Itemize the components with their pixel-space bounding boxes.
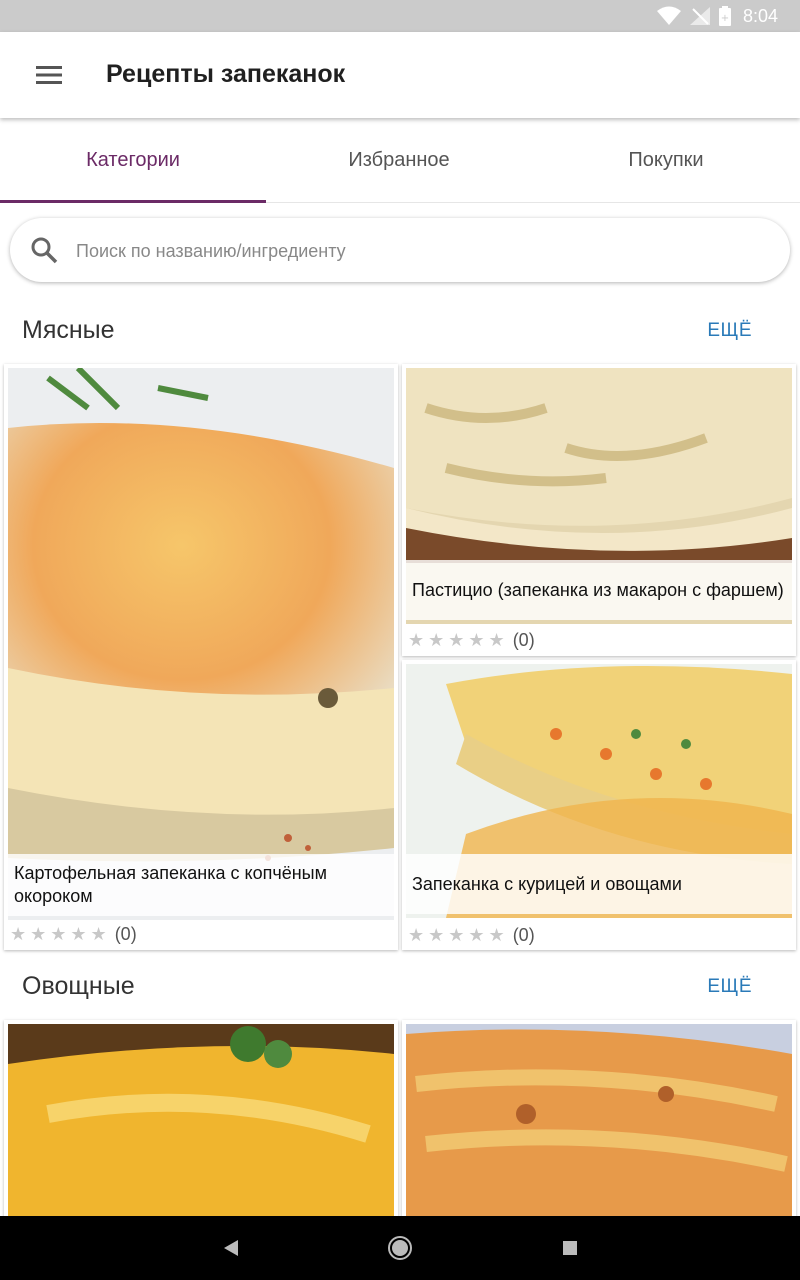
clock: 8:04 [742, 5, 778, 26]
tab-categories[interactable]: Категории [0, 118, 266, 202]
recipe-card[interactable] [402, 1020, 796, 1230]
navigation-bar [0, 1216, 800, 1280]
svg-text:+: + [721, 13, 729, 24]
search-icon [31, 237, 58, 264]
app-bar: Рецепты запеканок [0, 32, 800, 118]
recipe-title: Запеканка с курицей и овощами [406, 854, 792, 914]
recents-icon[interactable] [556, 1234, 584, 1262]
home-icon[interactable] [386, 1234, 414, 1262]
rating-stars: ★★★★★ [10, 923, 111, 944]
rating: ★★★★★ (0) [10, 922, 137, 946]
more-button-meat[interactable]: ЕЩЁ [707, 320, 752, 342]
hamburger-menu-icon [36, 66, 62, 84]
rating: ★★★★★ (0) [408, 923, 535, 947]
signal-icon [689, 7, 710, 25]
page-title: Рецепты запеканок [106, 60, 346, 88]
section-title-meat: Мясные [22, 316, 115, 344]
recipe-title: Пастицио (запеканка из макарон с фаршем) [406, 560, 792, 620]
recipe-card[interactable] [4, 1020, 398, 1230]
rating-count: (0) [114, 923, 137, 944]
tab-bar: Категории Избранное Покупки [0, 118, 800, 203]
rating: ★★★★★ (0) [408, 628, 535, 652]
search-bar [10, 218, 790, 282]
section-title-vegetable: Овощные [22, 972, 135, 1000]
recipe-card[interactable]: Запеканка с курицей и овощами ★★★★★ (0) [402, 660, 796, 950]
battery-icon: + [718, 6, 731, 26]
status-bar: + 8:04 [0, 0, 800, 32]
recipe-title: Картофельная запеканка с копчёным окорок… [8, 854, 394, 916]
rating-stars: ★★★★★ [408, 629, 509, 650]
tab-shopping[interactable]: Покупки [533, 118, 799, 202]
rating-count: (0) [512, 629, 535, 650]
tab-favorites[interactable]: Избранное [266, 118, 532, 202]
recipe-card[interactable]: Пастицио (запеканка из макарон с фаршем)… [402, 364, 796, 656]
recipe-photo [8, 1024, 394, 1230]
tab-indicator [0, 200, 266, 203]
menu-button[interactable] [26, 54, 72, 96]
recipe-photo [406, 1024, 792, 1230]
recipe-photo [8, 368, 394, 920]
back-icon[interactable] [218, 1234, 246, 1262]
search-input[interactable] [74, 232, 768, 270]
more-button-vegetable[interactable]: ЕЩЁ [707, 976, 752, 998]
wifi-icon [656, 6, 681, 25]
rating-count: (0) [512, 924, 535, 945]
rating-stars: ★★★★★ [408, 924, 509, 945]
recipe-card[interactable]: Картофельная запеканка с копчёным окорок… [4, 364, 398, 950]
